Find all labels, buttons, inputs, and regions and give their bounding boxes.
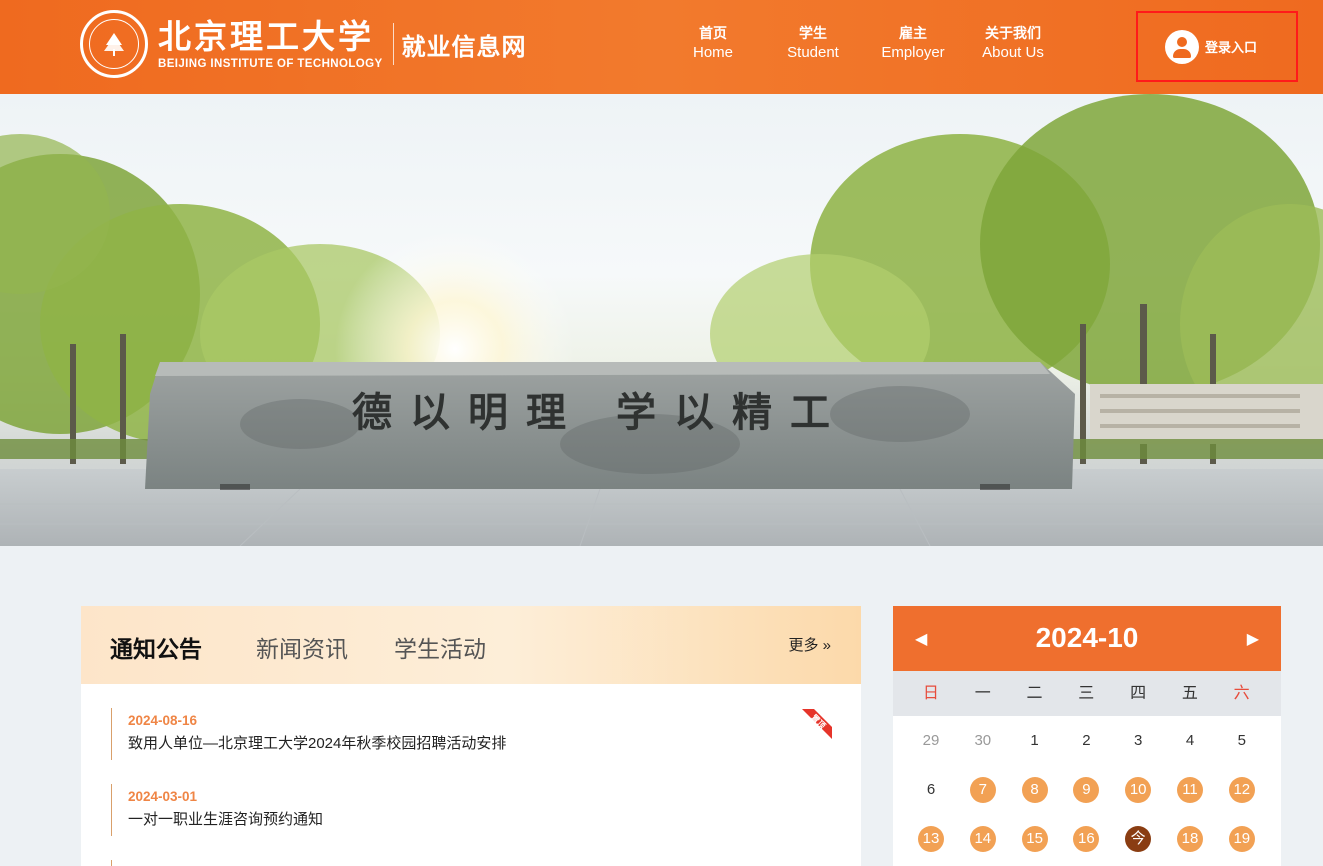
calendar-day[interactable]: 1 xyxy=(1022,728,1048,754)
calendar-month-title: 2024-10 xyxy=(1035,622,1139,653)
calendar-day[interactable]: 11 xyxy=(1177,777,1203,803)
site-name: 就业信息网 xyxy=(401,33,527,61)
news-item[interactable]: 2024-03-01 一对一职业生涯咨询预约通知 xyxy=(111,784,323,836)
calendar-weekday-row: 日 一 二 三 四 五 六 xyxy=(893,671,1281,716)
tab-news[interactable]: 新闻资讯 xyxy=(256,630,348,664)
main-nav: 首页 Home 学生 Student 雇主 Employer 关于我们 Abou… xyxy=(663,24,1063,64)
nav-item-employer[interactable]: 雇主 Employer xyxy=(863,24,963,64)
login-button[interactable]: 登录入口 xyxy=(1136,11,1298,82)
calendar-day[interactable]: 5 xyxy=(1229,728,1255,754)
user-avatar-icon xyxy=(1165,29,1199,64)
news-title[interactable]: 致用人单位—北京理工大学2024年秋季校园招聘活动安排 xyxy=(128,732,506,756)
weekday-label: 四 xyxy=(1130,685,1147,702)
nav-label-en: About Us xyxy=(982,44,1044,61)
more-link[interactable]: 更多 » xyxy=(788,634,831,655)
pinned-badge-icon: 置顶 xyxy=(802,709,832,739)
university-seal-icon xyxy=(80,10,148,78)
logo-chinese-name: 北京理工大学 xyxy=(158,17,374,56)
calendar-day[interactable]: 15 xyxy=(1021,826,1048,852)
site-header: 北京理工大学 BEIJING INSTITUTE OF TECHNOLOGY 就… xyxy=(0,0,1323,94)
hero-banner: 德以明理 学以精工 xyxy=(0,94,1323,546)
news-panel: 通知公告 新闻资讯 学生活动 更多 » 2024-08-16 致用人单位—北京理… xyxy=(81,606,861,866)
campus-stone-photo: 德以明理 学以精工 xyxy=(0,94,1323,546)
event-calendar: ◀ 2024-10 ▶ 日 一 二 三 四 五 六 29 30 1 2 3 4 5 6 7 8 9 1… xyxy=(893,606,1281,866)
calendar-day-today[interactable]: 今 xyxy=(1125,826,1152,852)
calendar-day[interactable]: 14 xyxy=(969,826,996,852)
news-date: 2024-03-01 xyxy=(128,789,198,804)
nav-label-cn: 学生 xyxy=(799,25,827,41)
calendar-day[interactable]: 4 xyxy=(1177,728,1203,754)
news-item[interactable]: 2024-08-16 致用人单位—北京理工大学2024年秋季校园招聘活动安排 xyxy=(111,708,506,760)
calendar-day[interactable]: 3 xyxy=(1125,728,1151,754)
weekday-label: 五 xyxy=(1181,685,1198,702)
calendar-day[interactable]: 29 xyxy=(918,728,944,754)
stone-inscription: 德以明理 学以精工 xyxy=(352,389,848,436)
nav-label-en: Employer xyxy=(881,44,945,61)
news-item-marker xyxy=(111,860,112,866)
nav-item-student[interactable]: 学生 Student xyxy=(763,24,863,64)
nav-item-about[interactable]: 关于我们 About Us xyxy=(963,24,1063,64)
calendar-day[interactable]: 8 xyxy=(1021,777,1048,803)
nav-label-en: Home xyxy=(692,44,733,61)
weekday-label: 二 xyxy=(1026,685,1043,702)
news-title[interactable]: 一对一职业生涯咨询预约通知 xyxy=(128,808,323,832)
tab-notices[interactable]: 通知公告 xyxy=(110,630,202,664)
calendar-day[interactable]: 12 xyxy=(1228,777,1255,803)
nav-item-home[interactable]: 首页 Home xyxy=(663,24,763,64)
logo-divider xyxy=(392,23,394,65)
calendar-day[interactable]: 19 xyxy=(1228,826,1255,852)
nav-label-en: Student xyxy=(787,44,839,61)
weekday-label: 三 xyxy=(1078,685,1095,702)
calendar-day[interactable]: 10 xyxy=(1125,777,1152,803)
calendar-day[interactable]: 30 xyxy=(970,728,996,754)
chevron-right-icon[interactable]: ▶ xyxy=(1247,629,1259,649)
calendar-day[interactable]: 9 xyxy=(1073,777,1100,803)
tab-student-activities[interactable]: 学生活动 xyxy=(394,630,486,664)
calendar-day[interactable]: 18 xyxy=(1177,826,1203,852)
calendar-day[interactable]: 2 xyxy=(1073,728,1099,754)
calendar-day[interactable]: 16 xyxy=(1073,826,1100,852)
nav-label-cn: 雇主 xyxy=(899,25,927,41)
calendar-day[interactable]: 13 xyxy=(918,826,944,852)
news-date: 2024-08-16 xyxy=(128,713,198,728)
weekday-label: 一 xyxy=(974,685,991,702)
calendar-header: ◀ 2024-10 ▶ xyxy=(893,606,1281,671)
login-label: 登录入口 xyxy=(1205,40,1258,55)
logo-english-name: BEIJING INSTITUTE OF TECHNOLOGY xyxy=(158,58,383,70)
calendar-day[interactable]: 6 xyxy=(918,777,944,803)
university-logo[interactable]: 北京理工大学 BEIJING INSTITUTE OF TECHNOLOGY 就… xyxy=(80,10,527,78)
nav-label-cn: 关于我们 xyxy=(985,25,1041,41)
nav-label-cn: 首页 xyxy=(699,25,727,41)
news-tab-bar: 通知公告 新闻资讯 学生活动 更多 » xyxy=(81,606,861,684)
weekday-label: 日 xyxy=(922,685,939,702)
weekday-label: 六 xyxy=(1233,685,1250,702)
calendar-day[interactable]: 7 xyxy=(969,777,996,803)
